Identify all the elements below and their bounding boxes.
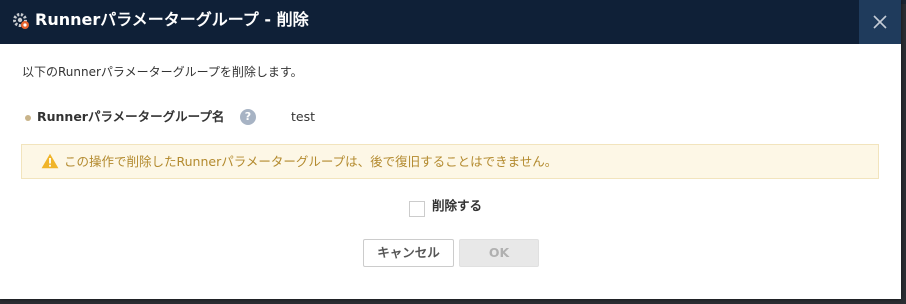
dialog-title: Runnerパラメーターグループ - 削除 (35, 10, 309, 29)
bullet-icon (25, 115, 31, 121)
cancel-button[interactable]: キャンセル (363, 239, 454, 267)
delete-dialog: Runnerパラメーターグループ - 削除 以下のRunnerパラメーターグルー… (0, 0, 901, 299)
field-value: test (291, 109, 316, 124)
dialog-titlebar: Runnerパラメーターグループ - 削除 (0, 0, 901, 44)
close-icon (873, 15, 887, 29)
close-button[interactable] (859, 0, 901, 44)
warning-text: この操作で削除したRunnerパラメーターグループは、後で復旧することはできませ… (64, 154, 558, 169)
help-icon[interactable]: ? (240, 109, 256, 125)
warning-icon (41, 153, 59, 173)
confirm-delete-checkbox[interactable] (409, 201, 425, 217)
ok-button[interactable]: OK (459, 239, 539, 267)
warning-box: この操作で削除したRunnerパラメーターグループは、後で復旧することはできませ… (21, 144, 879, 179)
field-row-group-name: Runnerパラメーターグループ名 ? test (25, 108, 525, 126)
field-label: Runnerパラメーターグループ名 (37, 109, 225, 124)
confirm-delete-label[interactable]: 削除する (432, 198, 482, 214)
gear-icon (12, 12, 30, 30)
dialog-description: 以下のRunnerパラメーターグループを削除します。 (22, 65, 303, 79)
